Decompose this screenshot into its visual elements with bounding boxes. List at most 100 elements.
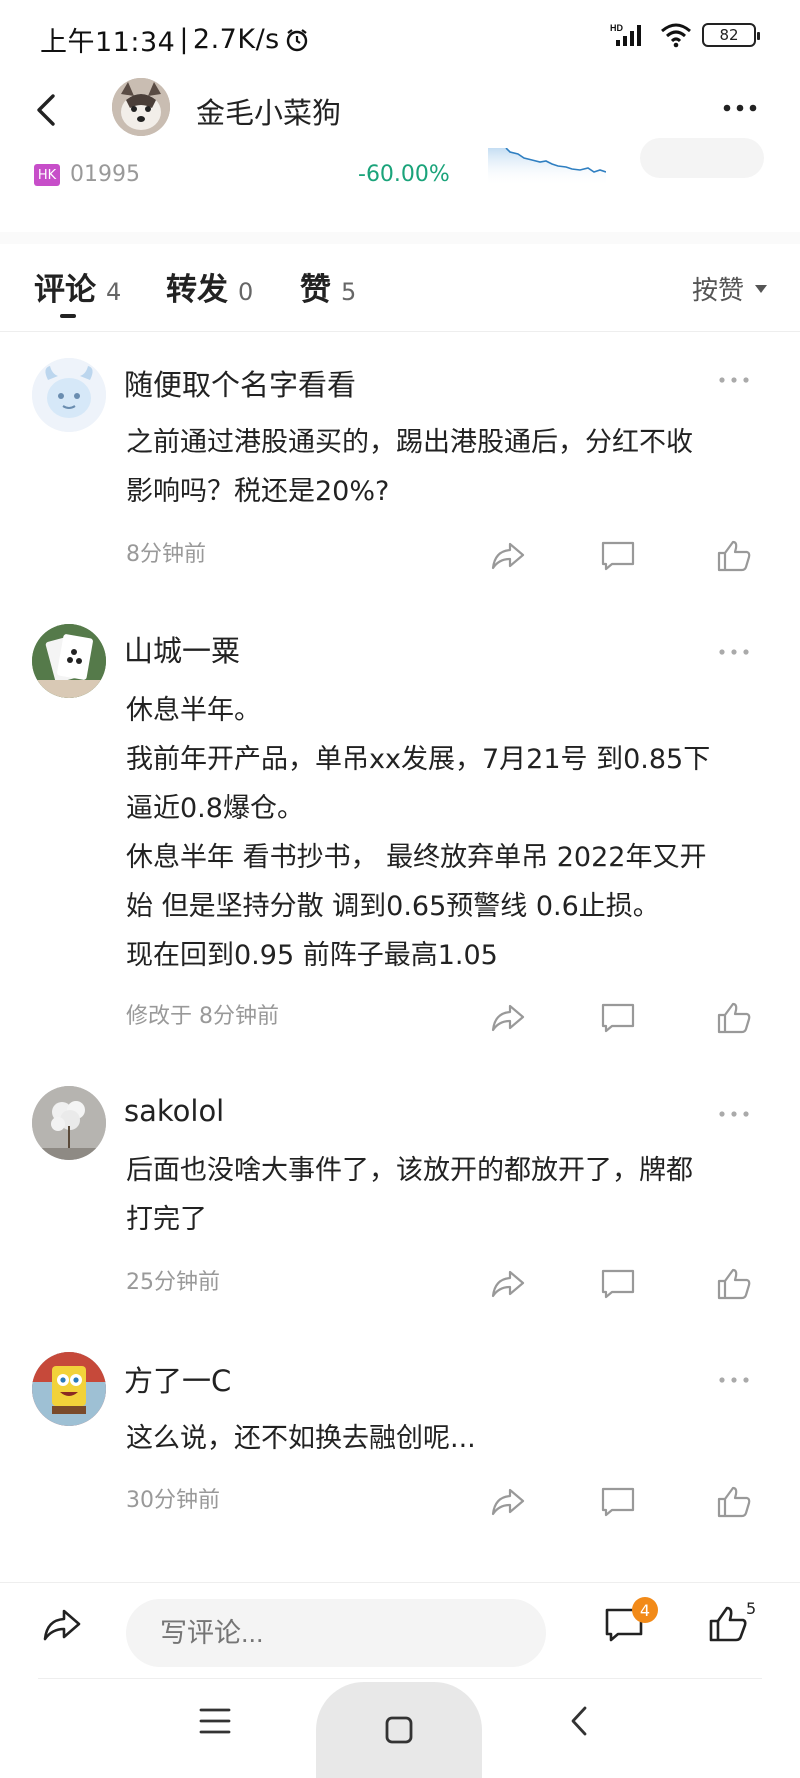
alarm-icon [286, 28, 307, 51]
dog-avatar-icon [112, 78, 170, 136]
status-right: HD 82 [610, 22, 760, 48]
tab-reposts[interactable]: 转发 0 [166, 264, 253, 309]
comment-more-button[interactable] [712, 1370, 756, 1390]
comment-line: 这么说，还不如换去融创呢... [126, 1423, 476, 1454]
like-button[interactable] [714, 1482, 754, 1522]
reply-button[interactable] [598, 1264, 638, 1304]
status-speed: 2.7K/s [192, 24, 280, 55]
comment-body: 后面也没啥大事件了，该放开的都放开了，牌都 打完了 [126, 1146, 778, 1244]
cartoon-avatar-icon [32, 358, 106, 432]
commenter-name[interactable]: 方了一C [124, 1358, 231, 1400]
wifi-icon [661, 23, 691, 48]
stock-card[interactable]: HK 01995 -60.00% [0, 138, 800, 232]
active-tab-indicator [60, 314, 76, 318]
comment-time: 修改于 8分钟前 [126, 1004, 279, 1029]
comment-more-button[interactable] [712, 370, 756, 390]
comment-line: 现在回到0.95 前阵子最高1.05 [126, 940, 498, 971]
comment-icon [601, 541, 635, 571]
tab-label: 评论 [34, 272, 96, 308]
like-post-button[interactable] [708, 1605, 748, 1647]
back-button[interactable] [26, 88, 66, 132]
comment-more-button[interactable] [712, 1104, 756, 1124]
comment-time: 25分钟前 [126, 1270, 220, 1295]
share-post-button[interactable] [42, 1607, 82, 1647]
commenter-name[interactable]: 山城一粟 [124, 628, 240, 670]
commenter-avatar[interactable] [32, 358, 106, 432]
home-button[interactable] [316, 1682, 482, 1778]
like-button[interactable] [714, 998, 754, 1038]
thumbs-up-icon [709, 1606, 747, 1642]
status-left: 上午11:34 | 2.7K/s [40, 20, 310, 59]
share-button[interactable] [488, 1482, 528, 1522]
comment-body: 休息半年。 我前年开产品，单吊xx发展，7月21号 到0.85下 逼近0.8爆仓… [126, 686, 778, 980]
commenter-avatar[interactable] [32, 624, 106, 698]
author-avatar[interactable] [112, 78, 170, 136]
recent-apps-button[interactable] [198, 1706, 232, 1740]
header-title[interactable]: 金毛小菜狗 [196, 90, 341, 132]
battery-indicator: 82 [702, 23, 760, 47]
comment-actions [488, 536, 758, 576]
share-button[interactable] [488, 1264, 528, 1304]
caret-down-icon [755, 284, 767, 293]
like-button[interactable] [714, 536, 754, 576]
thumbs-up-icon [717, 1002, 751, 1034]
commenter-name[interactable]: sakolol [124, 1094, 224, 1128]
reply-button[interactable] [598, 536, 638, 576]
like-count: 5 [746, 1599, 757, 1618]
comment-line: 之前通过港股通买的，踢出港股通后，分红不收 [126, 427, 693, 458]
comment-line: 后面也没啥大事件了，该放开的都放开了，牌都 [126, 1155, 693, 1186]
tab-count: 4 [106, 278, 122, 306]
stock-action-button[interactable] [640, 138, 764, 178]
comment-icon [601, 1269, 635, 1299]
signal-icon: HD [610, 23, 641, 46]
more-dots-icon [723, 104, 757, 112]
header: 金毛小菜狗 [0, 72, 800, 148]
section-divider [0, 232, 800, 244]
share-icon [43, 1609, 81, 1641]
menu-icon [199, 1708, 231, 1734]
stock-sparkline [488, 148, 606, 186]
reply-button[interactable] [598, 1482, 638, 1522]
comment-icon [601, 1487, 635, 1517]
share-icon [491, 1270, 525, 1298]
tab-count: 5 [341, 278, 357, 306]
comment-actions [488, 1482, 758, 1522]
commenter-avatar[interactable] [32, 1352, 106, 1426]
commenter-avatar[interactable] [32, 1086, 106, 1160]
sort-dropdown[interactable]: 按赞 [692, 270, 768, 307]
commenter-name[interactable]: 随便取个名字看看 [124, 362, 356, 404]
comment-time: 30分钟前 [126, 1488, 220, 1513]
status-time: 上午11:34 [40, 27, 176, 58]
more-button[interactable] [718, 90, 762, 126]
like-button[interactable] [714, 1264, 754, 1304]
comment-line: 影响吗？税还是20%? [126, 476, 390, 507]
thumbs-up-icon [717, 540, 751, 572]
status-bar: 上午11:34 | 2.7K/s HD 82 [0, 0, 800, 72]
tab-likes[interactable]: 赞 5 [300, 264, 356, 309]
comment-actions [488, 998, 758, 1038]
market-badge: HK [34, 164, 60, 186]
comment-time: 8分钟前 [126, 542, 206, 567]
stock-change: -60.00% [358, 162, 450, 187]
comment-body: 这么说，还不如换去融创呢... [126, 1414, 778, 1463]
sponge-avatar-icon [32, 1352, 106, 1426]
tab-label: 转发 [166, 272, 228, 308]
tab-comments[interactable]: 评论 4 [34, 264, 121, 309]
comment-count-badge: 4 [632, 1597, 658, 1623]
chevron-left-icon [571, 1706, 587, 1736]
playing-cards-avatar-icon [32, 624, 106, 698]
system-nav-bar [0, 1680, 800, 1778]
comment-icon [601, 1003, 635, 1033]
system-back-button[interactable] [568, 1704, 590, 1742]
tab-bar: 评论 4 转发 0 赞 5 按赞 [0, 256, 800, 332]
tab-label: 赞 [300, 272, 331, 308]
thumbs-up-icon [717, 1268, 751, 1300]
share-icon [491, 1004, 525, 1032]
share-button[interactable] [488, 536, 528, 576]
comment-more-button[interactable] [712, 642, 756, 662]
share-button[interactable] [488, 998, 528, 1038]
comment-input[interactable] [126, 1599, 546, 1667]
share-icon [491, 542, 525, 570]
home-square-icon [385, 1716, 413, 1744]
reply-button[interactable] [598, 998, 638, 1038]
